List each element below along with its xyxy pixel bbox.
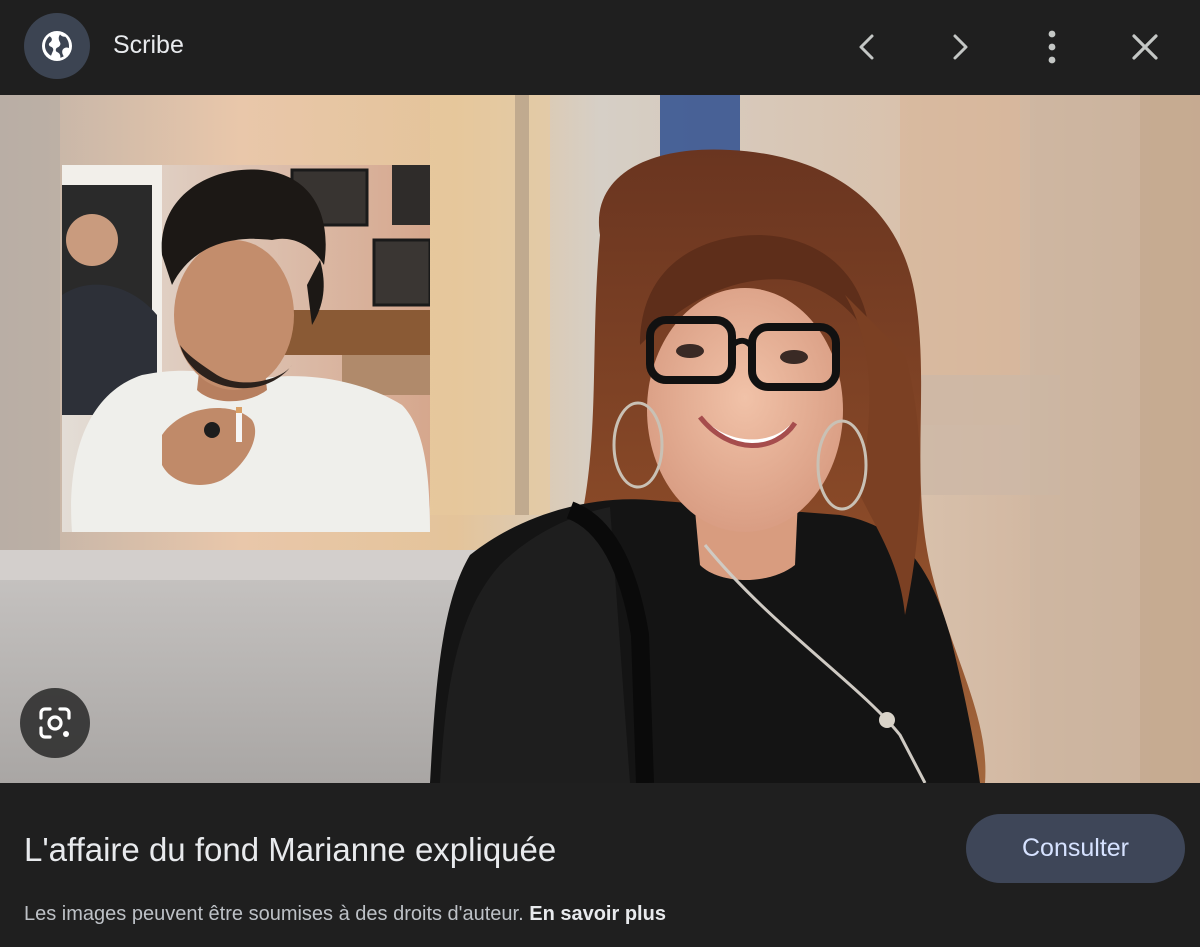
- next-button[interactable]: [935, 22, 985, 72]
- close-button[interactable]: [1120, 22, 1170, 72]
- previous-button[interactable]: [842, 22, 892, 72]
- viewer-footer: L'affaire du fond Marianne expliquée Con…: [0, 783, 1200, 947]
- copyright-text: Les images peuvent être soumises à des d…: [24, 903, 524, 925]
- result-title[interactable]: L'affaire du fond Marianne expliquée: [24, 830, 556, 870]
- lens-search-button[interactable]: [20, 688, 90, 758]
- chevron-right-icon: [953, 34, 968, 60]
- chevron-left-icon: [859, 34, 874, 60]
- google-lens-icon: [39, 707, 71, 739]
- copyright-notice: Les images peuvent être soumises à des d…: [24, 902, 666, 926]
- consult-button[interactable]: Consulter: [966, 814, 1185, 883]
- site-name[interactable]: Scribe: [113, 30, 184, 60]
- close-icon: [1132, 34, 1158, 60]
- image-viewer-panel: Scribe L'affaire du fond Marianne expliq…: [0, 0, 1200, 947]
- more-options-button[interactable]: [1027, 22, 1077, 72]
- globe-icon[interactable]: [24, 13, 90, 79]
- learn-more-link[interactable]: En savoir plus: [529, 903, 666, 925]
- viewer-header: Scribe: [0, 0, 1200, 95]
- inset-photo-man-smoking: [62, 165, 430, 532]
- more-vert-icon: [1048, 30, 1056, 64]
- preview-image[interactable]: [0, 95, 1200, 783]
